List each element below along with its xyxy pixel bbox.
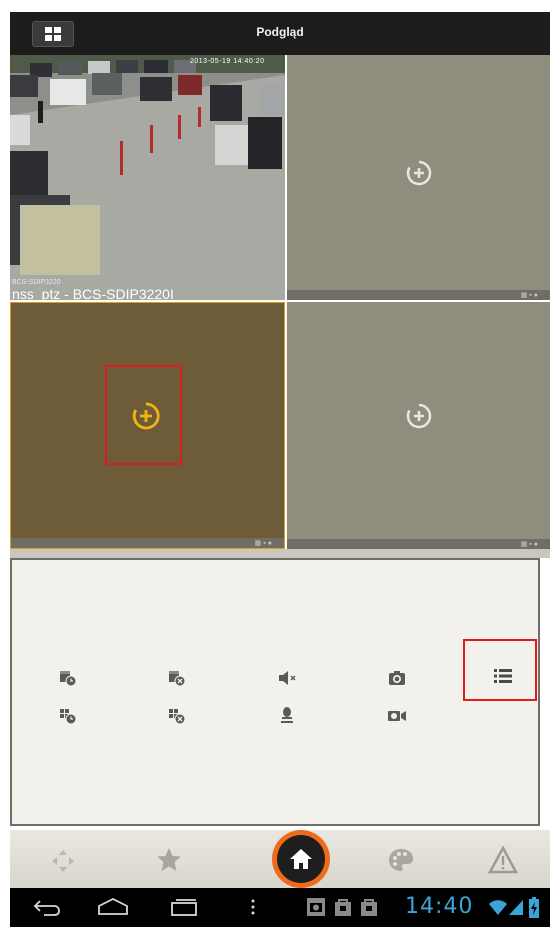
pane-status-icons: ▦▪● (520, 541, 540, 548)
snapshot-icon[interactable] (386, 667, 408, 689)
add-camera-icon[interactable] (405, 159, 433, 187)
bottom-navigation (10, 830, 550, 888)
screenshot-notification-icon (306, 897, 326, 917)
camera-osd-label: BCS-SDIP3220 (12, 279, 61, 286)
camera-feed-image (10, 55, 285, 300)
highlight-box-add (105, 365, 182, 465)
camera-pane-1[interactable]: 2013-05-19 14:40:20 BCS-SDIP3220 nss_ptz… (10, 55, 285, 300)
pane-divider (10, 549, 550, 558)
pane-status-strip: ▦▪● (287, 539, 550, 549)
system-clock: 14:40 (405, 894, 474, 919)
battery-icon (528, 897, 540, 919)
home-icon (290, 849, 312, 869)
palette-icon[interactable] (386, 846, 416, 874)
pane-status-strip: ▦▪● (11, 538, 284, 548)
all-playback-time-icon[interactable] (57, 705, 79, 727)
alarm-warning-icon[interactable] (488, 846, 518, 874)
home-button[interactable] (272, 830, 330, 888)
recent-apps-icon[interactable] (168, 897, 200, 917)
record-icon[interactable] (386, 705, 408, 727)
menu-dots-icon[interactable] (248, 897, 258, 917)
ptz-arrows-icon[interactable] (50, 848, 76, 874)
close-playback-icon[interactable] (166, 667, 188, 689)
page-title: Podgląd (256, 25, 304, 39)
close-all-icon[interactable] (166, 705, 188, 727)
signal-icon (508, 897, 524, 917)
camera-pane-4[interactable]: ▦▪● (287, 302, 550, 549)
pane-status-icons: ▦▪● (254, 540, 274, 547)
back-icon[interactable] (32, 897, 62, 917)
pane-status-icons: ▦▪● (520, 292, 540, 299)
shop-notification-icon-2 (360, 897, 378, 917)
playback-time-icon[interactable] (57, 667, 79, 689)
android-system-bar: 14:40 (10, 888, 550, 927)
home-nav-icon[interactable] (95, 897, 131, 917)
camera-pane-2[interactable]: ▦▪● (287, 55, 550, 300)
mute-icon[interactable] (276, 667, 298, 689)
shop-notification-icon (334, 897, 352, 917)
highlight-box-list (463, 639, 537, 701)
control-panel (10, 558, 540, 826)
camera-caption: nss_ptz - BCS-SDIP3220I (12, 286, 174, 300)
pane-status-strip: ▦▪● (287, 290, 550, 300)
microphone-icon[interactable] (276, 705, 298, 727)
camera-timestamp: 2013-05-19 14:40:20 (190, 58, 265, 65)
add-camera-icon[interactable] (405, 402, 433, 430)
wifi-icon (488, 897, 508, 917)
favorites-star-icon[interactable] (155, 846, 183, 874)
top-bar: Podgląd (10, 12, 550, 55)
